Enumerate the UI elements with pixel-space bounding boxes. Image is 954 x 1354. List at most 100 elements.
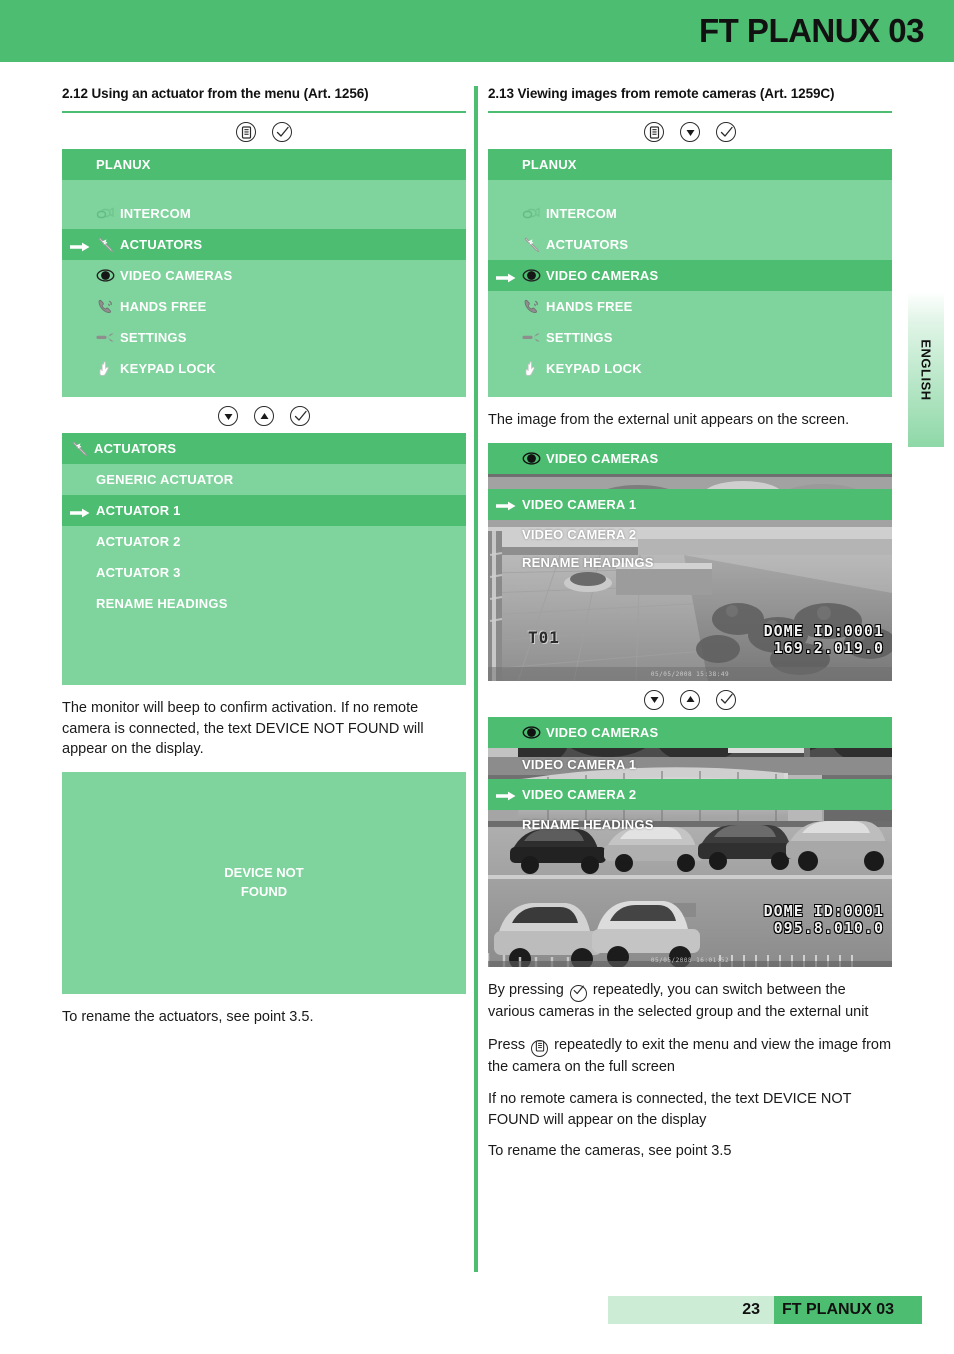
menu-item-label: RENAME HEADINGS [96,596,228,611]
banner-title: FT PLANUX 03 [698,12,925,49]
cam2-item-video-camera-2[interactable]: VIDEO CAMERA 2 [488,778,892,810]
actuator-icon [522,236,541,253]
up-key[interactable] [254,406,274,426]
menu-item-label: HANDS FREE [546,299,633,314]
language-tab: ENGLISH [908,292,944,447]
camera-eye-icon [96,268,115,284]
menu-item-intercom[interactable]: INTERCOM [488,198,892,229]
osd-title: PLANUX [62,149,466,180]
actuator-icon [96,236,115,253]
left-heading-rule [62,111,466,113]
submenu-item-actuator-2[interactable]: ACTUATOR 2 [62,526,466,557]
menu-item-keypad-lock[interactable]: KEYPAD LOCK [62,353,466,384]
menu-item-keypad-lock[interactable]: KEYPAD LOCK [488,353,892,384]
osd-main-menu-left: PLANUX INTERCOM ACTUATORS VIDEO CAMERAS … [62,149,466,397]
submenu-item-rename-headings[interactable]: RENAME HEADINGS [62,588,466,619]
submenu-item-actuator-1[interactable]: ACTUATOR 1 [62,495,466,526]
menu-item-label: ACTUATOR 3 [96,565,181,580]
footer-title: FT PLANUX 03 [782,1301,895,1318]
menu-item-video-cameras[interactable]: VIDEO CAMERAS [62,260,466,291]
menu-item-label: RENAME HEADINGS [522,816,654,832]
check-icon [572,983,585,1004]
menu-item-settings[interactable]: SETTINGS [488,322,892,353]
menu-item-hands-free[interactable]: HANDS FREE [62,291,466,322]
page-footer: 23 FT PLANUX 03 [0,1296,954,1324]
selection-arrow-icon [496,499,516,511]
submenu-item-generic-actuator[interactable]: GENERIC ACTUATOR [62,464,466,495]
confirm-key[interactable] [716,122,736,142]
cam2-dome-id: DOME ID:0001 [763,902,884,921]
confirm-key[interactable] [716,689,736,710]
cam1-osd-info: DOME ID:0001 169.2.019.0 [764,623,884,657]
osd-title: PLANUX [488,149,892,180]
osd-title-label: VIDEO CAMERAS [546,724,659,740]
selection-arrow-icon [496,271,516,282]
cam2-address: 095.8.010.0 [773,918,884,937]
cam2-osd-info: DOME ID:0001 095.8.010.0 [764,903,884,937]
camera-eye-icon [522,268,541,284]
right-paragraph-2-lead: By pressing [488,981,564,998]
menu-icon [649,125,660,139]
right-keyrow-top [488,115,892,149]
language-tab-label: ENGLISH [918,338,934,401]
right-paragraph-1: The image from the external unit appears… [488,412,850,428]
right-section-heading: 2.13 Viewing images from remote cameras … [488,86,835,101]
menu-item-actuators[interactable]: ACTUATORS [62,229,466,260]
menu-item-label: SETTINGS [546,330,613,345]
osd-title: ACTUATORS [62,433,466,464]
menu-item-label: ACTUATORS [546,237,629,252]
menu-key[interactable] [644,122,664,142]
cam1-item-rename-headings[interactable]: RENAME HEADINGS [488,547,892,578]
cam1-item-video-camera-1[interactable]: VIDEO CAMERA 1 [488,488,892,520]
cam1-osd-title: VIDEO CAMERAS [488,442,892,474]
down-arrow-icon [222,410,235,423]
camera-eye-icon [522,450,541,466]
cam1-timestamp: 05/05/2008 15:38:49 [650,670,730,678]
menu-key-inline[interactable] [531,1040,549,1058]
menu-item-label: VIDEO CAMERAS [120,268,233,283]
osd-main-menu-right: PLANUX INTERCOM ACTUATORS VIDEO CAMERAS … [488,149,892,397]
cam2-item-video-camera-1[interactable]: VIDEO CAMERA 1 [488,749,892,780]
right-column: 2.13 Viewing images from remote cameras … [488,86,892,1162]
menu-item-label: SETTINGS [120,330,187,345]
actuator-icon [70,440,89,457]
hand-icon [96,360,115,377]
down-key[interactable] [644,689,664,710]
menu-item-actuators[interactable]: ACTUATORS [488,229,892,260]
submenu-item-actuator-3[interactable]: ACTUATOR 3 [62,557,466,588]
menu-item-label: ACTUATORS [120,237,203,252]
camera-view-2: VIDEO CAMERAS VIDEO CAMERA 1 VIDEO CAMER… [488,716,892,967]
menu-item-video-cameras[interactable]: VIDEO CAMERAS [488,260,892,291]
menu-item-label: RENAME HEADINGS [522,554,654,570]
check-icon [719,125,734,140]
left-paragraph-2: To rename the actuators, see point 3.5. [62,1009,314,1026]
up-key[interactable] [680,689,700,710]
down-key[interactable] [680,122,700,142]
osd-title-label: PLANUX [96,157,151,172]
left-keyrow-mid [62,399,466,433]
osd-actuators-menu: ACTUATORS GENERIC ACTUATOR ACTUATOR 1 AC… [62,433,466,685]
osd-spacer [62,180,466,198]
confirm-key[interactable] [272,122,292,142]
menu-key[interactable] [236,122,256,142]
check-icon [719,692,734,707]
right-paragraph-3-lead: Press [488,1037,526,1054]
left-column: 2.12 Using an actuator from the menu (Ar… [62,86,466,1028]
menu-item-label: VIDEO CAMERA 1 [522,756,637,772]
osd-title-label: VIDEO CAMERAS [546,450,659,466]
menu-item-label: VIDEO CAMERAS [546,268,659,283]
down-key[interactable] [218,406,238,426]
menu-item-label: KEYPAD LOCK [546,361,642,376]
menu-item-hands-free[interactable]: HANDS FREE [488,291,892,322]
osd-title-label: PLANUX [522,157,577,172]
menu-item-settings[interactable]: SETTINGS [62,322,466,353]
right-paragraph-5: To rename the cameras, see point 3.5 [488,1143,732,1160]
cam1-item-video-camera-2[interactable]: VIDEO CAMERA 2 [488,519,892,550]
confirm-key-inline[interactable] [569,983,587,1004]
menu-item-intercom[interactable]: INTERCOM [62,198,466,229]
intercom-icon [96,206,115,222]
down-arrow-icon [684,126,697,139]
cam2-item-rename-headings[interactable]: RENAME HEADINGS [488,809,892,840]
selection-arrow-icon [496,789,516,801]
confirm-key[interactable] [290,406,310,426]
